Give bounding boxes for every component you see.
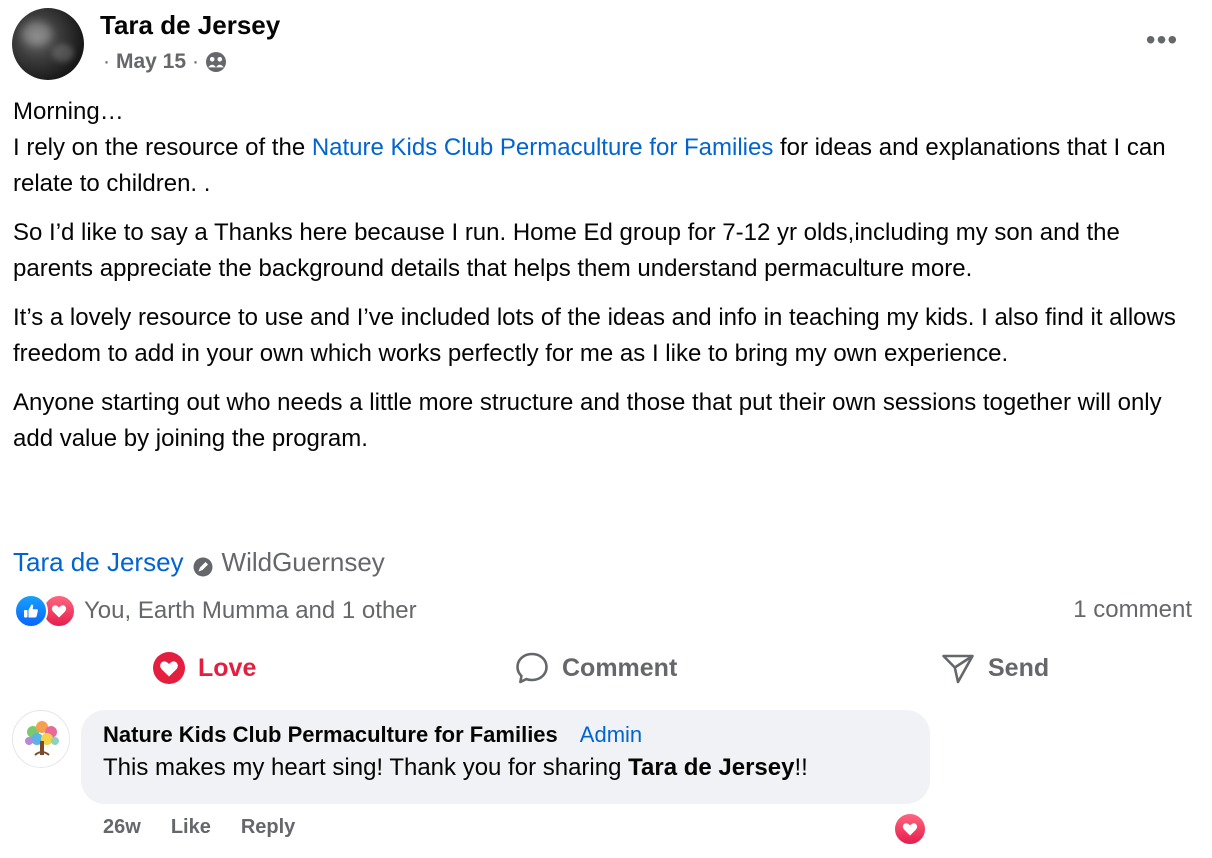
- location-check-icon: [192, 551, 214, 577]
- post-paragraph: It’s a lovely resource to use and I’ve i…: [13, 304, 1176, 367]
- post-tags: Tara de Jersey WildGuernsey: [13, 544, 385, 580]
- comment-like-button[interactable]: Like: [171, 816, 211, 839]
- comment-footer: 26w Like Reply: [103, 816, 295, 839]
- post-paragraph: Morning… I rely on the resource of the N…: [13, 94, 1199, 202]
- like-reaction-icon: [14, 594, 48, 628]
- mention-link[interactable]: Tara de Jersey: [628, 754, 794, 781]
- comment-header: Nature Kids Club Permaculture for Famili…: [103, 722, 908, 748]
- comment-age[interactable]: 26w: [103, 816, 141, 839]
- post-text: I rely on the resource of the: [13, 134, 312, 161]
- post-body: Morning… I rely on the resource of the N…: [13, 94, 1199, 470]
- post-paragraph: So I’d like to say a Thanks here because…: [13, 219, 1120, 282]
- admin-badge: Admin: [579, 722, 643, 747]
- meta-separator: ·: [103, 50, 110, 73]
- post-date[interactable]: May 15: [116, 50, 186, 74]
- comment-reply-button[interactable]: Reply: [241, 816, 295, 839]
- more-horizontal-icon: •••: [1145, 24, 1179, 55]
- author-name[interactable]: Tara de Jersey: [100, 10, 280, 41]
- send-icon: [940, 650, 976, 686]
- love-button[interactable]: Love: [152, 646, 256, 690]
- love-button-label: Love: [198, 653, 257, 682]
- reactions-summary[interactable]: You, Earth Mumma and 1 other: [14, 594, 417, 628]
- comment-text: This makes my heart sing! Thank you for …: [103, 754, 908, 782]
- comment-body: This makes my heart sing! Thank you for …: [103, 754, 629, 781]
- comment-author-link[interactable]: Nature Kids Club Permaculture for Famili…: [103, 722, 558, 748]
- page-mention-link[interactable]: Nature Kids Club Permaculture for Famili…: [312, 134, 774, 161]
- author-avatar[interactable]: [12, 8, 84, 80]
- post-meta: · May 15 ·: [103, 50, 227, 74]
- comment-love-reaction-icon[interactable]: [893, 812, 927, 846]
- tagged-place-link[interactable]: WildGuernsey: [222, 544, 385, 580]
- tagged-person-link[interactable]: Tara de Jersey: [13, 544, 184, 580]
- reactions-text[interactable]: You, Earth Mumma and 1 other: [84, 597, 417, 625]
- send-button-label: Send: [988, 653, 1050, 682]
- post-paragraph: Anyone starting out who needs a little m…: [13, 389, 1162, 452]
- post-card: Tara de Jersey · May 15 · ••• Morning… I…: [0, 0, 1212, 858]
- comment-bubble: Nature Kids Club Permaculture for Famili…: [81, 710, 930, 804]
- comment-body-end: !!: [794, 754, 808, 781]
- love-icon: [152, 651, 186, 685]
- comment-button[interactable]: Comment: [514, 646, 677, 690]
- friends-icon[interactable]: [205, 51, 227, 73]
- comment-icon: [514, 650, 550, 686]
- comment-button-label: Comment: [562, 653, 678, 682]
- comment-count[interactable]: 1 comment: [1073, 596, 1192, 624]
- more-options-button[interactable]: •••: [1140, 24, 1184, 56]
- commenter-avatar[interactable]: [12, 710, 70, 768]
- meta-separator: ·: [192, 50, 200, 73]
- send-button[interactable]: Send: [940, 646, 1049, 690]
- post-text: Morning…: [13, 98, 124, 125]
